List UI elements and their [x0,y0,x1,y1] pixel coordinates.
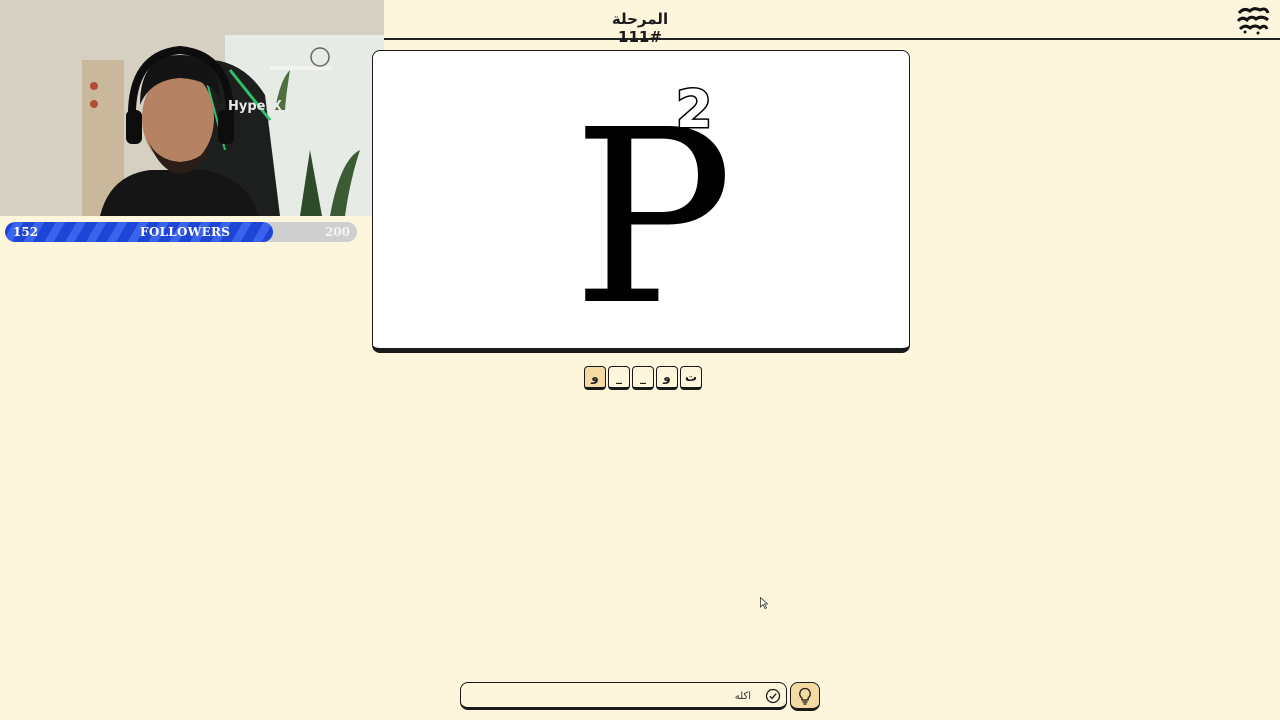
answer-field[interactable] [460,682,787,710]
page-title: المرحلة #111 [611,10,669,46]
webcam-feed: HyperX [0,0,384,216]
mouse-pointer-icon [760,597,768,609]
answer-tile: _ [632,366,654,390]
puzzle-exponent: 2 [674,79,713,142]
nav-link-contact[interactable]: تواصل معنا [1136,12,1187,25]
nav-link-levels[interactable]: المراحل [904,12,941,25]
followers-goal-bar: 152 FOLLOWERS 200 [5,222,357,242]
webcam-brand-text: HyperX [228,99,282,114]
followers-progress-fill [5,222,273,242]
top-bar: الرئيسية المراحل الإعدادات عن اللعبة توا… [384,0,1280,40]
nav-link-home[interactable]: الرئيسية [830,12,868,25]
check-circle-icon[interactable] [765,688,781,704]
hint-button[interactable] [790,682,820,711]
followers-goal: 200 [324,225,350,239]
answer-tile: و [584,366,606,390]
lightbulb-icon [799,687,811,705]
answer-tile: و [656,366,678,390]
nav-link-about[interactable]: عن اللعبة [1052,12,1095,25]
followers-current: 152 [13,225,39,239]
followers-label: FOLLOWERS [140,225,231,239]
answer-input[interactable] [469,687,753,705]
answer-tile: _ [608,366,630,390]
webcam-image: HyperX [0,0,384,216]
nav-link-settings[interactable]: الإعدادات [970,12,1013,25]
answer-tiles: ت و _ _ و [579,366,702,392]
answer-tile: ت [680,366,702,390]
logo-icon[interactable] [1236,5,1270,35]
